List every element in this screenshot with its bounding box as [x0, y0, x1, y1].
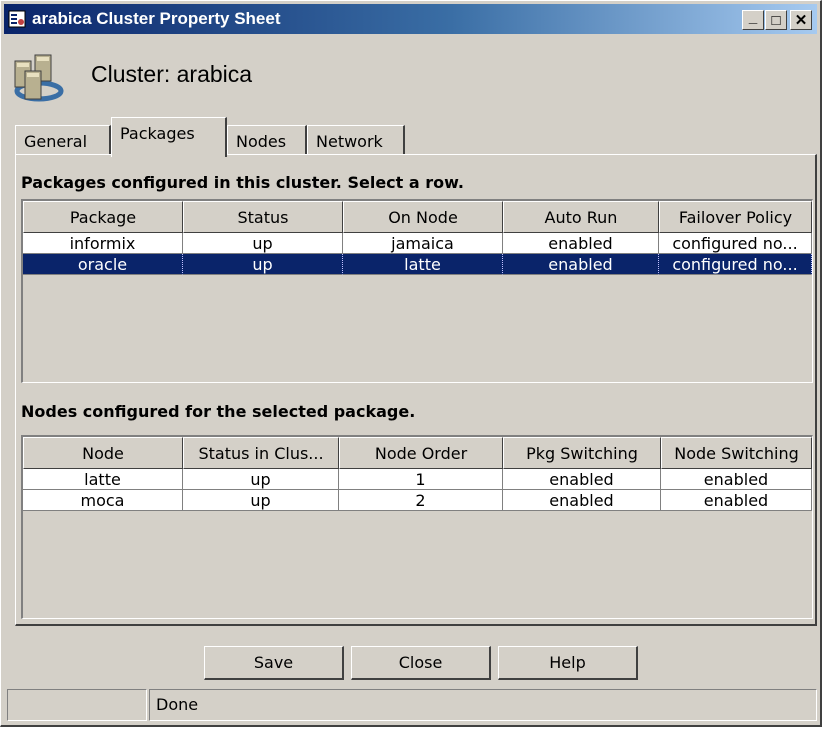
close-button[interactable]: Close [351, 646, 491, 680]
tab-label: Nodes [236, 132, 287, 151]
tab-nodes[interactable]: Nodes [227, 125, 307, 155]
packages-table[interactable]: Package Status On Node Auto Run Failover… [21, 199, 813, 383]
cell-status-in-cluster: up [183, 469, 339, 490]
cell-status-in-cluster: up [183, 490, 339, 511]
maximize-button[interactable]: □ [765, 10, 787, 30]
table-row-selected[interactable]: oracle up latte enabled configured no... [23, 254, 812, 275]
column-header-pkg-switching[interactable]: Pkg Switching [503, 437, 661, 469]
window-title: arabica Cluster Property Sheet [32, 9, 281, 28]
tab-packages[interactable]: Packages [111, 117, 227, 157]
column-header-status[interactable]: Status [183, 201, 343, 233]
column-header-auto-run[interactable]: Auto Run [503, 201, 659, 233]
column-header-package[interactable]: Package [23, 201, 183, 233]
table-row[interactable]: latte up 1 enabled enabled [23, 469, 812, 490]
cell-node-switching: enabled [661, 490, 812, 511]
title-bar[interactable]: arabica Cluster Property Sheet _ □ ✕ [4, 4, 817, 34]
column-header-node-order[interactable]: Node Order [339, 437, 503, 469]
tab-label: Packages [120, 124, 195, 143]
cell-package: informix [23, 233, 183, 254]
cell-pkg-switching: enabled [503, 469, 661, 490]
property-sheet-window: arabica Cluster Property Sheet _ □ ✕ Clu… [0, 0, 822, 727]
minimize-button[interactable]: _ [742, 8, 764, 30]
cell-failover-policy: configured no... [659, 254, 812, 275]
tab-label: Network [316, 132, 383, 151]
packages-table-header: Package Status On Node Auto Run Failover… [23, 201, 812, 233]
cell-on-node: latte [343, 254, 503, 275]
close-window-button[interactable]: ✕ [790, 10, 812, 30]
cell-status: up [183, 233, 343, 254]
tab-label: General [24, 132, 88, 151]
cell-auto-run: enabled [503, 254, 659, 275]
cell-node-order: 2 [339, 490, 503, 511]
cell-auto-run: enabled [503, 233, 659, 254]
tab-general[interactable]: General [15, 125, 111, 155]
help-button-label: Help [549, 653, 586, 672]
maximize-icon: □ [771, 11, 781, 29]
column-header-node-switching[interactable]: Node Switching [661, 437, 812, 469]
cell-package: oracle [23, 254, 183, 275]
save-button-label: Save [253, 653, 294, 672]
table-row[interactable]: moca up 2 enabled enabled [23, 490, 812, 511]
nodes-section-title: Nodes configured for the selected packag… [21, 402, 416, 421]
cell-failover-policy: configured no... [659, 233, 812, 254]
packages-section-title: Packages configured in this cluster. Sel… [21, 173, 464, 192]
cell-node-order: 1 [339, 469, 503, 490]
nodes-table-header: Node Status in Clus... Node Order Pkg Sw… [23, 437, 812, 469]
column-header-on-node[interactable]: On Node [343, 201, 503, 233]
cell-node: moca [23, 490, 183, 511]
column-header-node[interactable]: Node [23, 437, 183, 469]
table-row[interactable]: informix up jamaica enabled configured n… [23, 233, 812, 254]
close-button-label: Close [398, 653, 443, 672]
column-header-status-in-cluster[interactable]: Status in Clus... [183, 437, 339, 469]
cell-pkg-switching: enabled [503, 490, 661, 511]
save-button[interactable]: Save [204, 646, 344, 680]
cell-status: up [183, 254, 343, 275]
page-title: Cluster: arabica [91, 61, 253, 87]
close-icon: ✕ [794, 12, 808, 29]
status-indicator [7, 689, 147, 721]
tab-network[interactable]: Network [307, 125, 405, 155]
cell-node-switching: enabled [661, 469, 812, 490]
help-button[interactable]: Help [498, 646, 638, 680]
column-header-failover-policy[interactable]: Failover Policy [659, 201, 812, 233]
property-sheet-icon [8, 10, 26, 28]
cluster-icon [11, 51, 73, 103]
minimize-icon: _ [748, 8, 758, 26]
cell-node: latte [23, 469, 183, 490]
cell-on-node: jamaica [343, 233, 503, 254]
status-bar: Done [7, 689, 817, 721]
status-message: Done [149, 689, 817, 721]
nodes-table[interactable]: Node Status in Clus... Node Order Pkg Sw… [21, 435, 813, 619]
